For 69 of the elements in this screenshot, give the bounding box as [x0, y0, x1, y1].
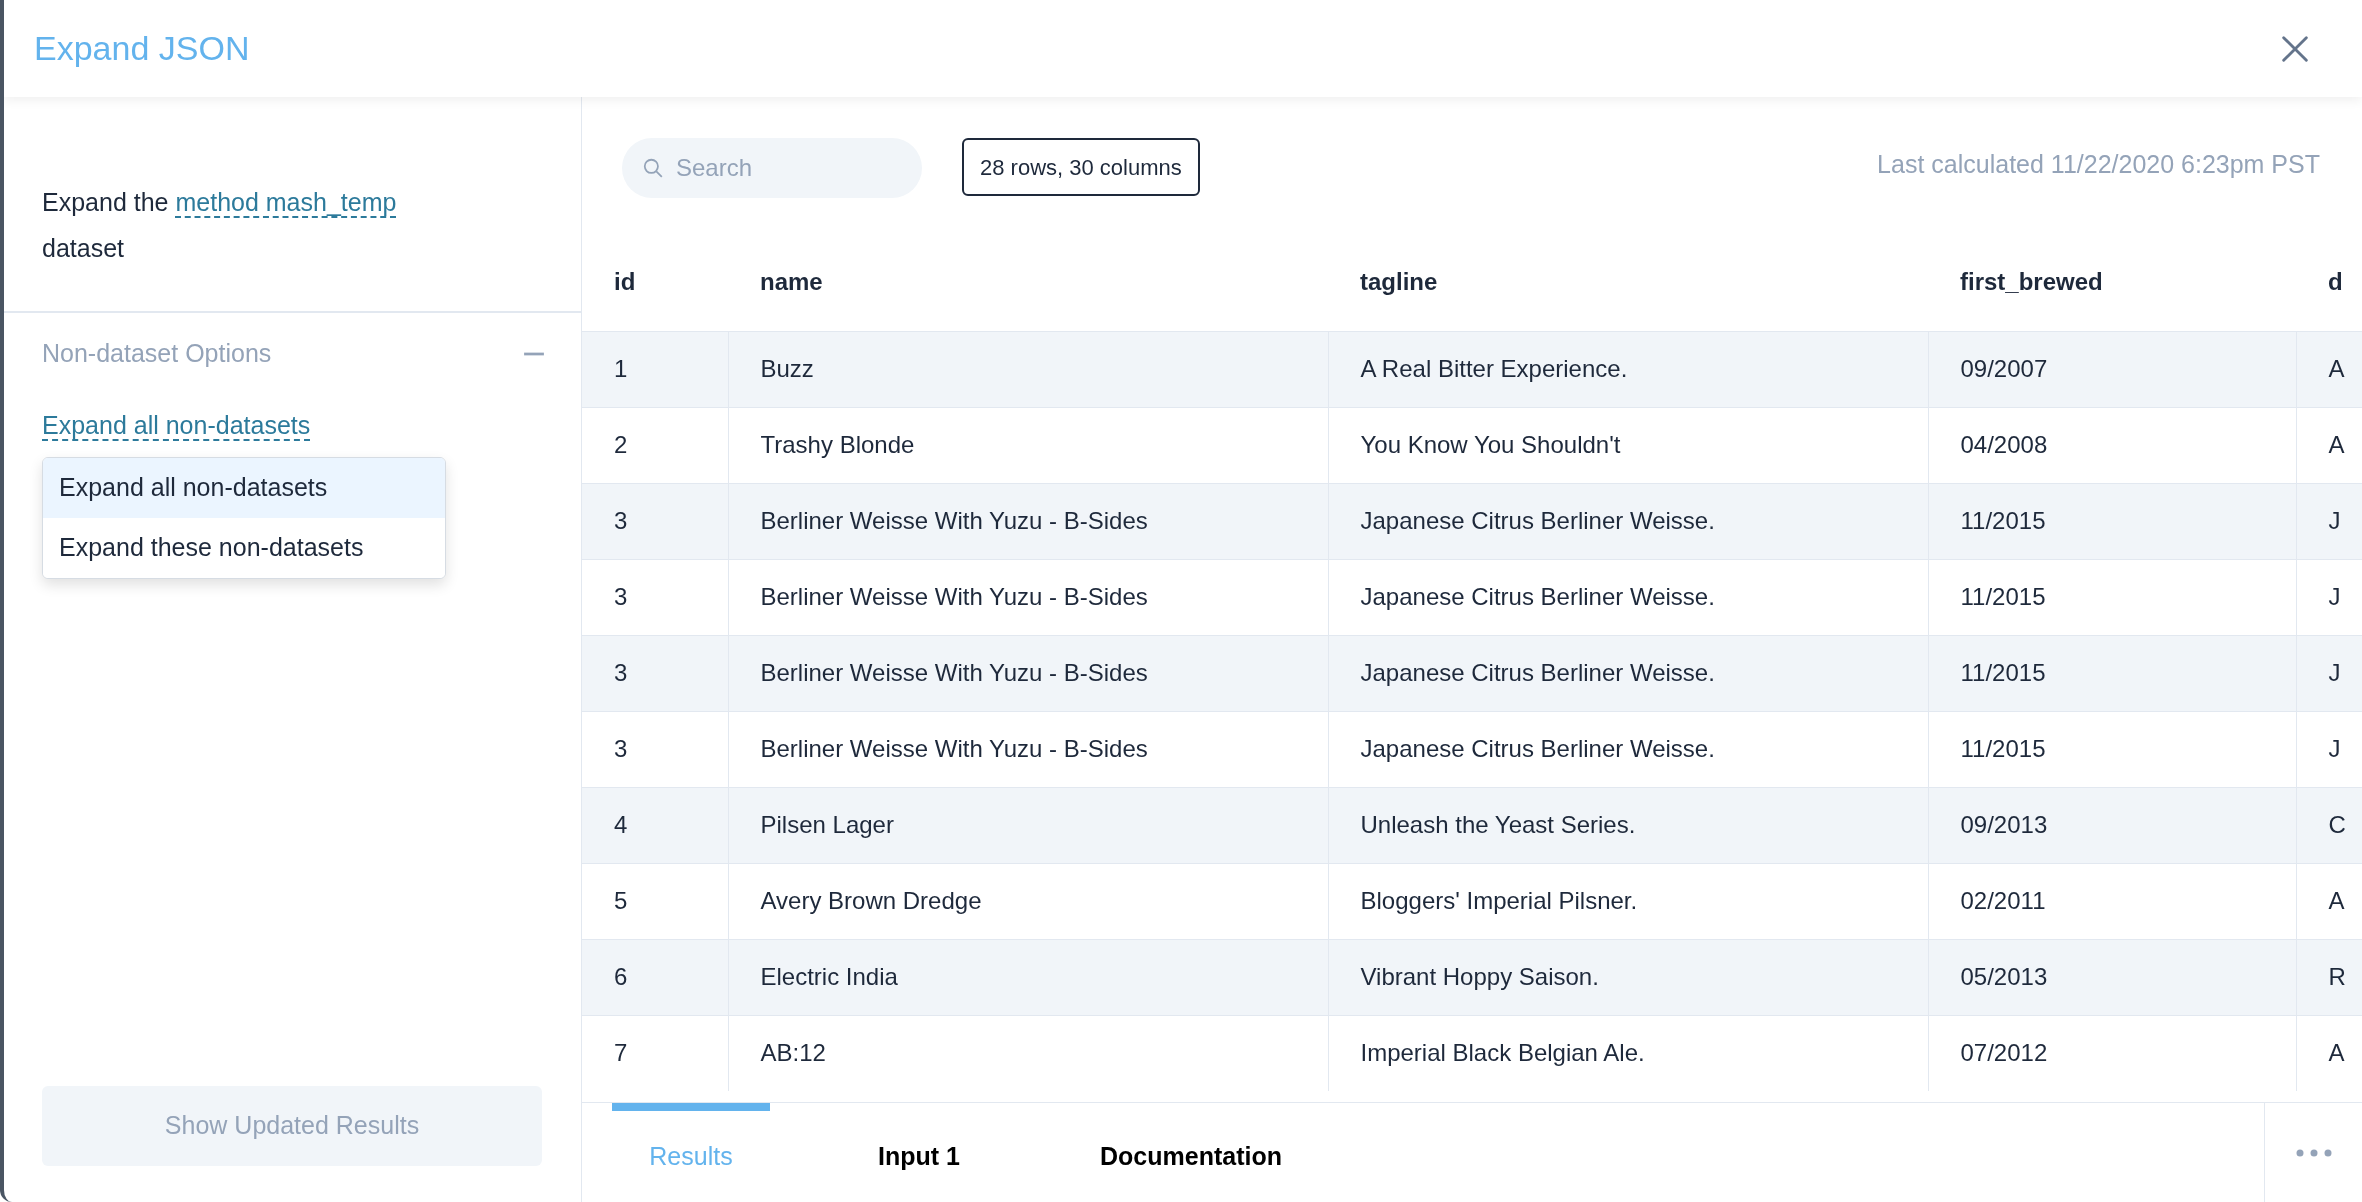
menu-item[interactable]: Expand these non-datasets [43, 517, 445, 578]
table-cell: 11/2015 [1928, 711, 2296, 787]
table-cell: You Know You Shouldn't [1328, 407, 1928, 483]
table-cell: Electric India [728, 939, 1328, 1015]
table-cell: 07/2012 [1928, 1015, 2296, 1091]
table-cell: 7 [582, 1015, 728, 1091]
table-cell: Unleash the Yeast Series. [1328, 787, 1928, 863]
mode-link[interactable]: Expand all non-datasets [42, 410, 311, 441]
table-cell: Bloggers' Imperial Pilsner. [1328, 863, 1928, 939]
table-cell: 09/2013 [1928, 787, 2296, 863]
table-cell: AB:12 [728, 1015, 1328, 1091]
table-cell: A [2296, 331, 2362, 407]
bottom-tab[interactable]: Input 1 [840, 1103, 998, 1202]
table-cell: A Real Bitter Experience. [1328, 331, 1928, 407]
table-cell: 6 [582, 939, 728, 1015]
dialog-title: Expand JSON [34, 28, 250, 69]
table-cell: Japanese Citrus Berliner Weisse. [1328, 483, 1928, 559]
table-cell: A [2296, 1015, 2362, 1091]
column-header: id [613, 267, 636, 295]
column-header: tagline [1359, 267, 1438, 295]
table-cell: 4 [582, 787, 728, 863]
table-cell: C [2296, 787, 2362, 863]
table-cell: Berliner Weisse With Yuzu - B-Sides [728, 711, 1328, 787]
bottom-tab[interactable]: Documentation [1068, 1103, 1314, 1202]
description-text: Expand the method mash_temp dataset [42, 187, 398, 264]
table-cell: Japanese Citrus Berliner Weisse. [1328, 635, 1928, 711]
table-cell: J [2296, 483, 2362, 559]
table-cell: 1 [582, 331, 728, 407]
table-cell: 11/2015 [1928, 559, 2296, 635]
table-cell: J [2296, 635, 2362, 711]
table-cell: Buzz [728, 331, 1328, 407]
table-cell: A [2296, 407, 2362, 483]
table-cell: Japanese Citrus Berliner Weisse. [1328, 711, 1928, 787]
table-cell: J [2296, 559, 2362, 635]
column-header: first_brewed [1959, 267, 2103, 295]
table-cell: 05/2013 [1928, 939, 2296, 1015]
table-cell: 11/2015 [1928, 483, 2296, 559]
table-cell: Vibrant Hoppy Saison. [1328, 939, 1928, 1015]
table-cell: Avery Brown Dredge [728, 863, 1328, 939]
section-title: Non-dataset Options [42, 338, 272, 369]
table-cell: 02/2011 [1928, 863, 2296, 939]
search-icon [642, 157, 664, 179]
table-cell: Berliner Weisse With Yuzu - B-Sides [728, 483, 1328, 559]
last-calculated-text: Last calculated 11/22/2020 6:23pm PST [1877, 149, 2320, 180]
row-count-badge: 28 rows, 30 columns [962, 138, 1200, 196]
table-cell: 09/2007 [1928, 331, 2296, 407]
table-cell: Japanese Citrus Berliner Weisse. [1328, 559, 1928, 635]
table-cell: R [2296, 939, 2362, 1015]
table-cell: 04/2008 [1928, 407, 2296, 483]
more-icon[interactable] [2294, 1148, 2333, 1157]
table-cell: 3 [582, 559, 728, 635]
table-cell: 3 [582, 635, 728, 711]
table-cell: 11/2015 [1928, 635, 2296, 711]
menu-item[interactable]: Expand all non-datasets [43, 457, 445, 518]
table-cell: 5 [582, 863, 728, 939]
column-header: d [2327, 267, 2343, 295]
column-header: name [759, 267, 823, 295]
table-cell: Imperial Black Belgian Ale. [1328, 1015, 1928, 1091]
table-cell: J [2296, 711, 2362, 787]
table-cell: Trashy Blonde [728, 407, 1328, 483]
search-field[interactable]: Search [622, 138, 922, 198]
table-cell: 3 [582, 711, 728, 787]
table-cell: Berliner Weisse With Yuzu - B-Sides [728, 559, 1328, 635]
table-cell: Pilsen Lager [728, 787, 1328, 863]
table-cell: A [2296, 863, 2362, 939]
table-cell: 2 [582, 407, 728, 483]
table-cell: Berliner Weisse With Yuzu - B-Sides [728, 635, 1328, 711]
table-cell: 3 [582, 483, 728, 559]
dataset-link[interactable]: method mash_temp [175, 188, 397, 218]
